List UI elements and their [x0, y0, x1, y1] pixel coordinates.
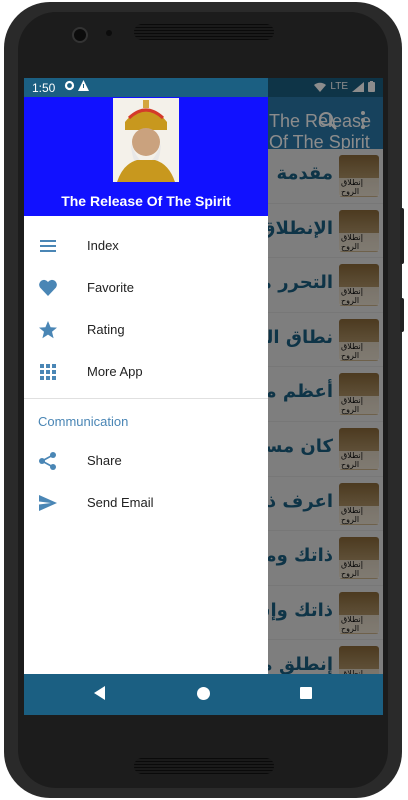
power-button [400, 298, 404, 332]
menu-item-share[interactable]: Share [24, 441, 268, 483]
front-camera [72, 27, 88, 43]
navigation-drawer: 1:50 The Release Of The Spirit Index Fav… [24, 78, 268, 674]
top-speaker [134, 24, 274, 40]
drawer-header-title: The Release Of The Spirit [61, 193, 231, 209]
home-button[interactable] [197, 687, 210, 700]
drawer-status-time: 1:50 [32, 81, 56, 95]
drawer-menu: Index Favorite Rating More App [24, 226, 268, 394]
proximity-sensor [106, 30, 112, 36]
drawer-status-icons [64, 80, 90, 94]
share-icon [39, 452, 56, 470]
volume-button [400, 208, 404, 264]
menu-item-more-app[interactable]: More App [24, 352, 268, 394]
grid-icon [40, 364, 56, 380]
list-icon [40, 240, 56, 252]
section-label-communication: Communication [38, 414, 129, 429]
menu-item-label: Rating [87, 322, 125, 337]
author-portrait [113, 98, 179, 182]
menu-item-label: Index [87, 238, 119, 253]
menu-item-label: Share [87, 453, 122, 468]
settings-icon [64, 80, 75, 91]
menu-item-rating[interactable]: Rating [24, 310, 268, 352]
star-icon [39, 321, 57, 339]
menu-item-label: Favorite [87, 280, 134, 295]
heart-icon [39, 279, 57, 296]
menu-item-favorite[interactable]: Favorite [24, 268, 268, 310]
communication-menu: Share Send Email [24, 441, 268, 525]
drawer-status-bar: 1:50 [24, 78, 268, 97]
bottom-speaker [134, 758, 274, 774]
recents-button[interactable] [300, 687, 312, 699]
menu-item-label: Send Email [87, 495, 154, 510]
warning-icon [78, 80, 90, 91]
back-button[interactable] [94, 686, 105, 700]
drawer-header: 1:50 The Release Of The Spirit [24, 78, 268, 216]
navigation-bar [24, 674, 383, 715]
menu-item-send-email[interactable]: Send Email [24, 483, 268, 525]
menu-item-label: More App [87, 364, 143, 379]
screen: 1:50 LTE The Release Of The Spirit إنطلا… [24, 78, 383, 715]
menu-divider [24, 398, 268, 399]
send-icon [39, 495, 57, 511]
menu-item-index[interactable]: Index [24, 226, 268, 268]
